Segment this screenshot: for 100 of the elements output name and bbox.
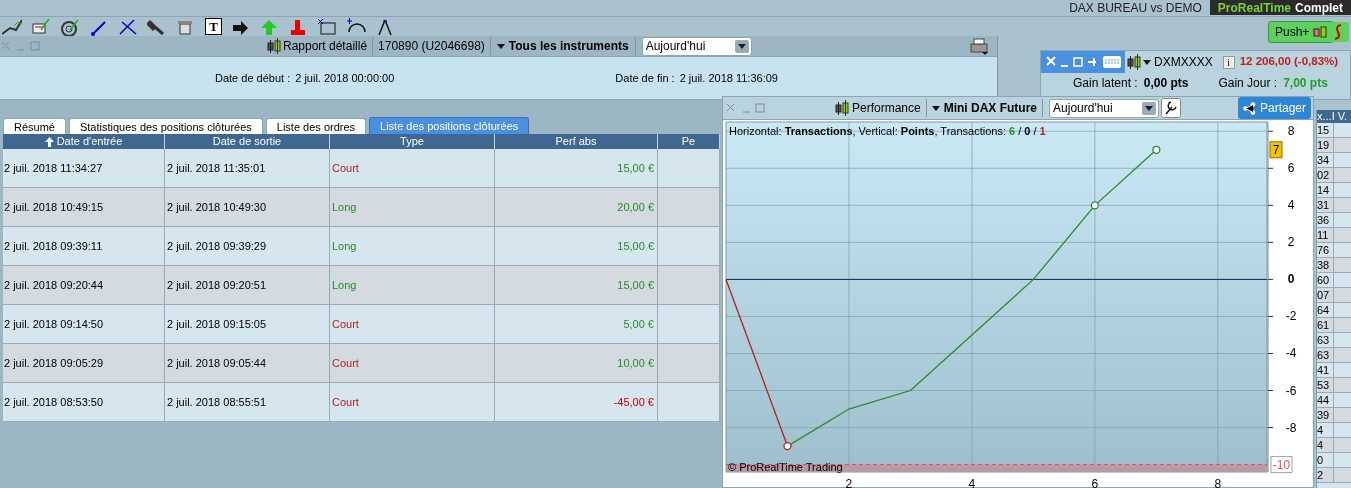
perf-cell: 15,00 € <box>495 227 658 265</box>
share-icon[interactable] <box>1242 101 1256 115</box>
target-icon[interactable] <box>60 17 80 36</box>
text-tool-button[interactable]: T <box>205 18 222 35</box>
perf-cell: 20,00 € <box>495 188 658 226</box>
instrument-dropdown[interactable]: Mini DAX Future <box>931 99 1044 117</box>
tab[interactable]: Résumé <box>3 118 66 134</box>
table-cell: 2 <box>1317 468 1334 482</box>
last-value-label: 7 <box>1269 141 1283 159</box>
table-cell: 4 <box>1317 438 1334 452</box>
caret-icon[interactable] <box>1142 101 1157 115</box>
candlestick-icon[interactable] <box>267 38 281 54</box>
rectangle-tool-icon[interactable] <box>318 17 338 36</box>
type-cell: Court <box>330 149 495 187</box>
instrument-dropdown[interactable]: Tous les instruments <box>490 37 636 55</box>
printer-icon[interactable] <box>969 37 989 55</box>
account-label: 170890 (U2046698) <box>373 37 491 55</box>
candlestick-icon[interactable] <box>1127 54 1141 70</box>
table-cell: 2 juil. 2018 09:14:50 <box>3 305 165 343</box>
caret-icon[interactable] <box>496 43 505 49</box>
date-label: Date de fin : <box>615 70 675 86</box>
window-title: Rapport détaillé <box>283 37 374 55</box>
table-cell: 2 juil. 2018 10:49:15 <box>3 188 165 226</box>
threshold-label: -10 <box>1270 456 1293 474</box>
x-tick-label: 6 <box>1091 477 1099 488</box>
caret-icon[interactable] <box>734 39 749 53</box>
type-cell: Court <box>330 383 495 421</box>
x-tick-label: 8 <box>1214 477 1222 488</box>
table-cell: 2 juil. 2018 11:34:27 <box>3 149 165 187</box>
caret-icon[interactable] <box>1143 59 1151 65</box>
type-cell: Long <box>330 266 495 304</box>
table-cell: 36 <box>1317 213 1334 227</box>
brand-label: ProRealTime Complet <box>1209 0 1351 15</box>
type-cell: Long <box>330 188 495 226</box>
field-value: 7,00 pts <box>1283 75 1328 92</box>
table-cell: 53 <box>1317 378 1334 392</box>
y-tick-label: 0 <box>1287 272 1295 287</box>
table-cell: 63 <box>1317 333 1334 347</box>
y-tick-label: -8 <box>1285 420 1297 435</box>
y-tick-label: -6 <box>1285 383 1297 398</box>
sort-ascending-icon[interactable] <box>44 136 54 147</box>
chart-legend: Horizontal: Transactions, Vertical: Points, Transactions: 6 / 0 / 1 <box>729 123 1046 140</box>
info-button[interactable]: i <box>1222 55 1235 69</box>
table-cell: 2 juil. 2018 10:49:30 <box>165 188 330 226</box>
table-cell: 2 juil. 2018 09:05:44 <box>165 344 330 382</box>
table-cell: 64 <box>1317 303 1334 317</box>
table-cell: 2 juil. 2018 09:20:44 <box>3 266 165 304</box>
type-cell: Court <box>330 344 495 382</box>
candlestick-icon[interactable] <box>835 100 849 116</box>
y-tick-label: 4 <box>1287 198 1295 213</box>
table-cell: 07 <box>1317 288 1334 302</box>
column-header[interactable]: x...I V. <box>1317 110 1351 123</box>
tab[interactable]: Liste des ordres <box>265 118 367 134</box>
table-cell: 2 juil. 2018 09:05:29 <box>3 344 165 382</box>
perf-cell: 15,00 € <box>495 149 658 187</box>
type-cell: Court <box>330 305 495 343</box>
field-label: Gain Jour : <box>1218 75 1278 92</box>
table-cell: 2 juil. 2018 09:39:29 <box>165 227 330 265</box>
field-value: 0,00 pts <box>1143 75 1189 92</box>
point-marker <box>783 441 792 451</box>
x-tick-label: 4 <box>968 477 976 488</box>
table-cell: 2 juil. 2018 08:55:51 <box>165 383 330 421</box>
copyright-label: © ProRealTime Trading <box>728 460 843 475</box>
table-cell: 60 <box>1317 273 1334 287</box>
window-title: Performance <box>852 99 927 117</box>
table-cell: 2 juil. 2018 08:53:50 <box>3 383 165 421</box>
perf-cell: 15,00 € <box>495 266 658 304</box>
price-label: 12 206,00 (-0,83%) <box>1239 54 1339 70</box>
table-cell: 63 <box>1317 348 1334 362</box>
type-cell: Long <box>330 227 495 265</box>
table-cell: 0 <box>1317 453 1334 467</box>
table-cell: 31 <box>1317 198 1334 212</box>
grid-chart-icon[interactable] <box>31 17 51 36</box>
point-marker <box>1152 145 1161 154</box>
table-cell: 61 <box>1317 318 1334 332</box>
table-cell: 15 <box>1317 123 1334 137</box>
x-tick-label: 2 <box>845 477 853 488</box>
table-cell: 4 <box>1317 423 1334 437</box>
table-cell: 2 juil. 2018 09:39:11 <box>3 227 165 265</box>
table-cell: 02 <box>1317 168 1334 182</box>
table-cell: 2 juil. 2018 11:35:01 <box>165 149 330 187</box>
table-cell: 14 <box>1317 183 1334 197</box>
period-dropdown[interactable]: Aujourd'hui <box>641 36 752 56</box>
trend-line-icon[interactable] <box>2 17 22 36</box>
table-cell: 39 <box>1317 408 1334 422</box>
share-button[interactable]: Partager <box>1237 97 1311 119</box>
y-tick-label: 6 <box>1287 161 1295 176</box>
period-dropdown[interactable]: Aujourd'hui <box>1049 98 1160 118</box>
table-cell: 19 <box>1317 138 1334 152</box>
table-cell: 11 <box>1317 228 1334 242</box>
table-cell: 44 <box>1317 393 1334 407</box>
workspace-title: DAX BUREAU vs DEMO <box>1068 0 1203 17</box>
point-marker <box>1090 201 1099 210</box>
cross-lines-icon[interactable] <box>118 17 138 36</box>
ticker-dropdown[interactable]: DXMXXXX <box>1143 53 1213 71</box>
perf-cell: 10,00 € <box>495 344 658 382</box>
tab[interactable]: Statistiques des positions clôturées <box>68 118 263 134</box>
caret-icon[interactable] <box>931 105 940 111</box>
y-tick-label: -4 <box>1285 346 1297 361</box>
field-label: Gain latent : <box>1073 75 1138 92</box>
